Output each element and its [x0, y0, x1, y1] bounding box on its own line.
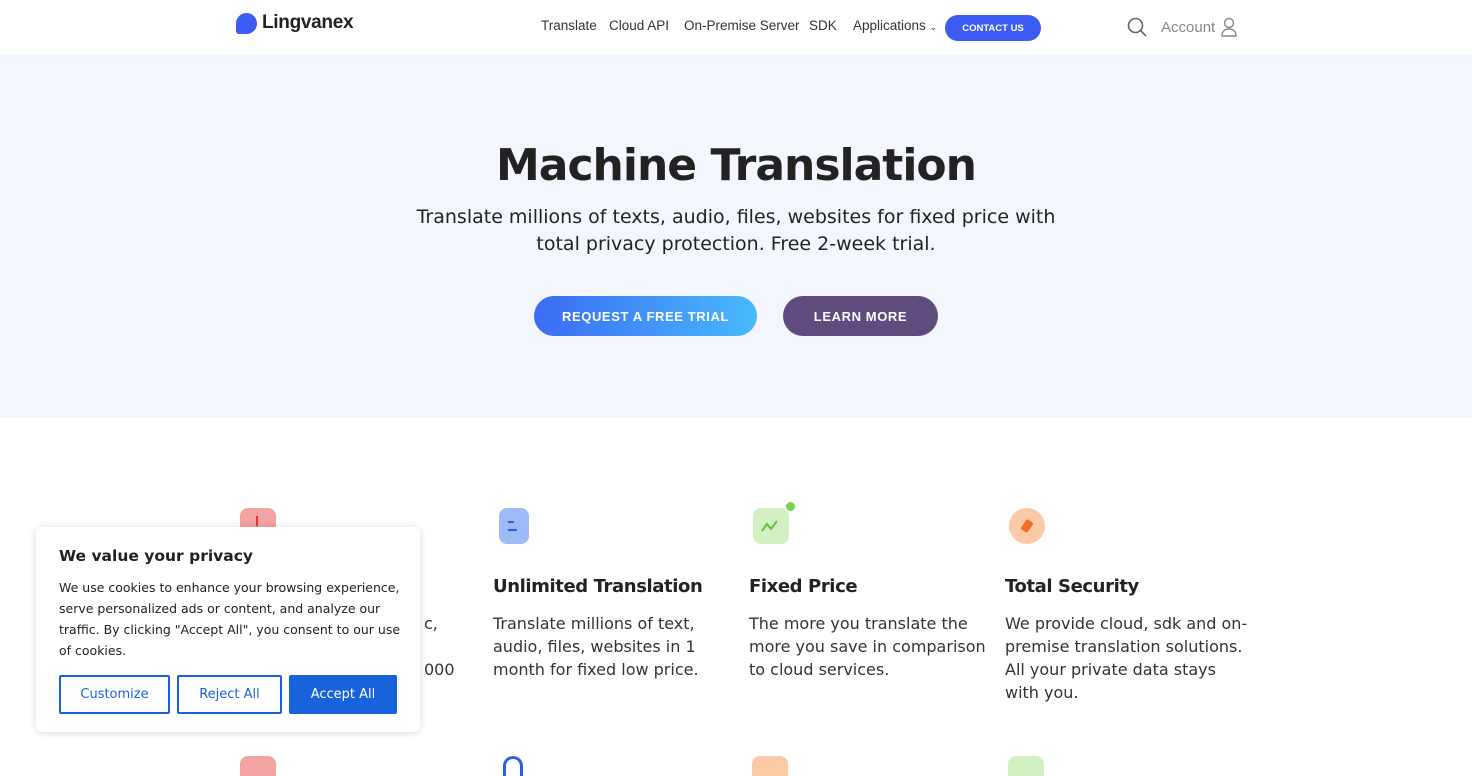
reject-all-button[interactable]: Reject All: [177, 675, 282, 714]
logo-icon: [236, 12, 257, 34]
chevron-down-icon: ⌄: [929, 22, 938, 32]
compass-icon: [1009, 508, 1045, 544]
nav-sdk[interactable]: SDK: [809, 18, 837, 33]
customize-button[interactable]: Customize: [59, 675, 170, 714]
accept-all-button[interactable]: Accept All: [289, 675, 397, 714]
hero-subtitle: Translate millions of texts, audio, file…: [0, 204, 1472, 258]
gear-icon: [240, 756, 276, 776]
cookie-consent-banner: We value your privacy We use cookies to …: [36, 527, 420, 732]
feature-icon: [1008, 756, 1044, 776]
cookie-title: We value your privacy: [59, 547, 254, 565]
brand-name: Lingvanex: [262, 12, 354, 33]
user-icon: [1221, 17, 1237, 37]
feature-body: Translate millions of text, audio, files…: [493, 614, 699, 679]
feature-text-fragment: c,: [424, 614, 438, 633]
search-icon[interactable]: [1127, 17, 1147, 37]
nav-cloud-api[interactable]: Cloud API: [609, 18, 669, 33]
feature-unlimited: Unlimited Translation Translate millions…: [493, 508, 733, 679]
page-title: Machine Translation: [496, 140, 977, 191]
nav-on-premise[interactable]: On-Premise Server: [684, 18, 800, 33]
feature-title: Fixed Price: [749, 576, 858, 597]
learn-more-button[interactable]: LEARN MORE: [783, 296, 938, 336]
nav-translate[interactable]: Translate: [541, 18, 597, 33]
feature-fixed-price: Fixed Price The more you translate the m…: [749, 502, 989, 679]
feature-body: The more you translate the more you save…: [749, 614, 986, 679]
cookie-body: We use cookies to enhance your browsing …: [59, 580, 401, 658]
document-icon: [499, 508, 529, 544]
nav-applications[interactable]: Applications ⌄: [853, 18, 937, 33]
feature-title: Total Security: [1005, 576, 1139, 597]
request-trial-button[interactable]: REQUEST A FREE TRIAL: [534, 296, 757, 336]
account-label: Account: [1161, 18, 1216, 36]
feature-security: Total Security We provide cloud, sdk and…: [1005, 508, 1247, 702]
account-link[interactable]: Account: [1161, 17, 1237, 37]
feature-text-fragment: 000: [424, 660, 455, 679]
subtitle-line: Translate millions of texts, audio, file…: [416, 206, 1056, 228]
subtitle-line: total privacy protection. Free 2-week tr…: [536, 233, 936, 255]
logo[interactable]: Lingvanex: [236, 12, 354, 34]
feature-body: We provide cloud, sdk and on-premise tra…: [1005, 614, 1248, 702]
nav-applications-label: Applications: [853, 18, 926, 33]
trend-icon: [753, 502, 795, 544]
header: Lingvanex Translate Cloud API On-Premise…: [0, 0, 1472, 55]
feature-title: Unlimited Translation: [493, 576, 703, 597]
feature-icon: [752, 756, 788, 776]
contact-us-button[interactable]: CONTACT US: [945, 15, 1041, 41]
lock-icon: [503, 756, 523, 776]
